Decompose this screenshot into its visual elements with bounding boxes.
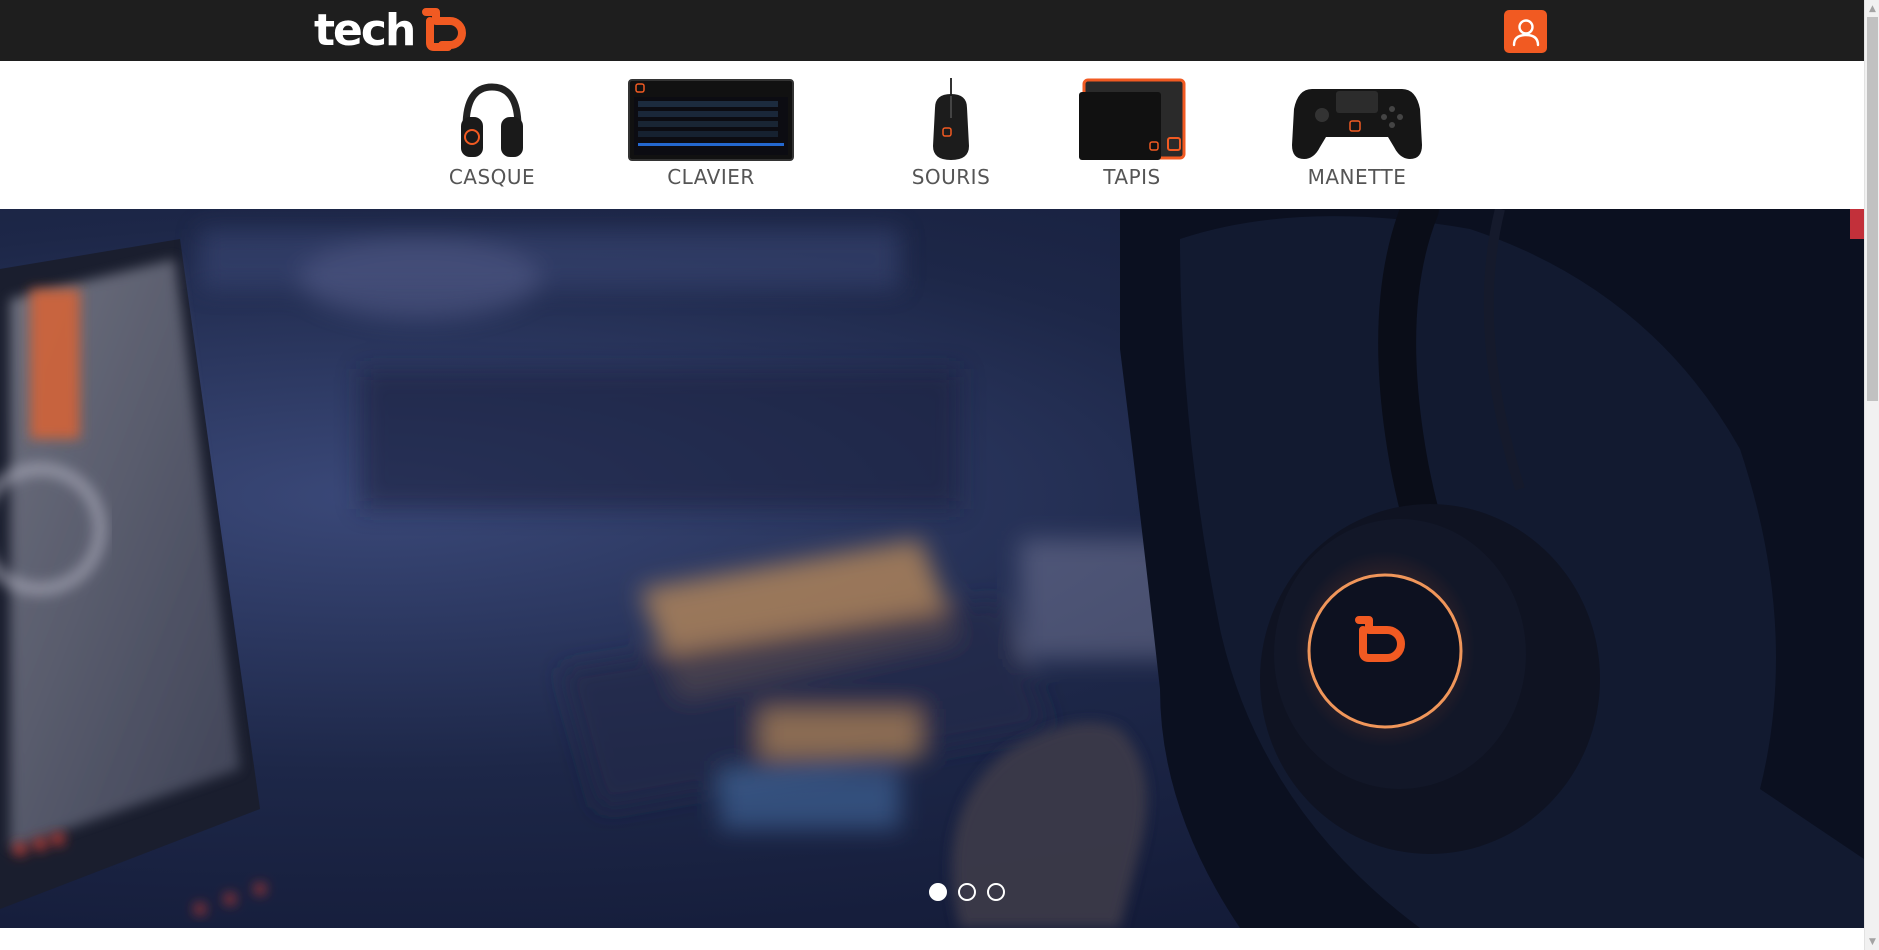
category-label: CASQUE (448, 165, 536, 189)
mousepad-icon (1078, 77, 1186, 163)
page: tech CASQUE CLAVIER SOURIS TAPIS MANETTE… (0, 0, 1879, 950)
category-label: CLAVIER (667, 165, 755, 189)
category-manette[interactable]: MANETTE (1292, 77, 1422, 189)
carousel-indicators (0, 883, 1864, 901)
user-icon (1512, 18, 1539, 46)
category-tapis[interactable]: TAPIS (1078, 77, 1186, 189)
carousel-dot-3[interactable] (987, 883, 1005, 901)
scroll-up-arrow-icon[interactable]: ▲ (1865, 0, 1879, 17)
account-button[interactable] (1504, 10, 1547, 53)
category-label: SOURIS (911, 165, 991, 189)
keyboard-icon (628, 77, 794, 163)
scroll-thumb[interactable] (1867, 17, 1878, 401)
brand-b-icon (422, 8, 467, 51)
category-souris[interactable]: SOURIS (911, 77, 991, 189)
category-nav: CASQUE CLAVIER SOURIS TAPIS MANETTE (0, 61, 1864, 209)
category-label: TAPIS (1103, 165, 1161, 189)
carousel-dot-2[interactable] (958, 883, 976, 901)
page-scrollbar[interactable]: ▲ ▼ (1864, 0, 1879, 950)
category-casque[interactable]: CASQUE (448, 77, 536, 189)
hero-carousel[interactable] (0, 209, 1864, 928)
top-bar: tech (0, 0, 1864, 61)
carousel-dot-1[interactable] (929, 883, 947, 901)
scroll-down-arrow-icon[interactable]: ▼ (1865, 933, 1879, 950)
red-accent (1850, 209, 1864, 239)
hero-image (0, 209, 1864, 928)
category-clavier[interactable]: CLAVIER (628, 77, 794, 189)
mouse-icon (925, 77, 977, 163)
site-logo[interactable]: tech (314, 8, 468, 54)
logo-text: tech (314, 5, 416, 56)
category-label: MANETTE (1307, 165, 1407, 189)
headset-icon (456, 77, 528, 163)
gamepad-icon (1292, 77, 1422, 163)
